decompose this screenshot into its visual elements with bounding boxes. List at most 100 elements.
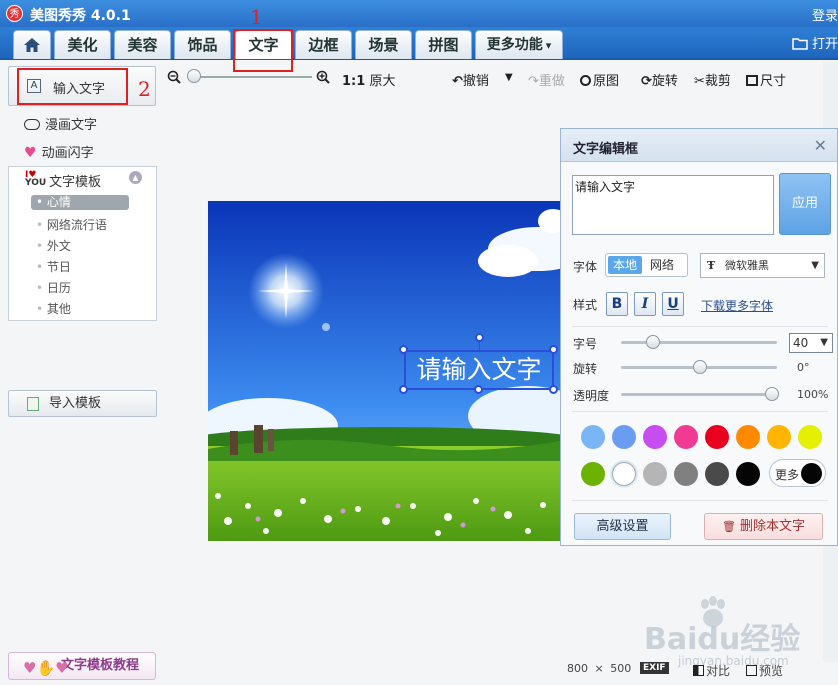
preview-label: 预览 [759,664,784,678]
more-colors-button[interactable]: 更多 [769,459,826,487]
color-swatch[interactable] [581,462,605,486]
italic-button[interactable]: I [634,292,656,316]
text-template-tutorial-button[interactable]: ♥✋♥ 文字模板教程 [8,652,156,680]
template-item-internet-slang[interactable]: • 网络流行语 [36,216,107,233]
image-width: 800 [567,662,588,675]
tab-more[interactable]: 更多功能 ▾ [475,30,563,59]
download-fonts-link[interactable]: 下载更多字体 [701,297,773,314]
canvas-text-box[interactable]: 请输入文字 [404,350,554,390]
open-file-label: 打开 [811,37,838,52]
rotation-slider-thumb[interactable] [693,360,707,374]
tab-more-label: 更多功能 [486,37,543,53]
hands-icon: ♥✋♥ [23,659,69,677]
tab-beauty[interactable]: 美容 [114,30,171,59]
font-size-slider[interactable] [621,341,777,344]
zoom-in-icon[interactable] [316,70,330,84]
annotation-box-1 [233,29,293,72]
template-item-label: 外文 [46,239,71,253]
home-icon [24,38,40,52]
resize-handle-top-right[interactable] [549,345,558,354]
compare-button[interactable]: 对比 [693,662,730,679]
login-link[interactable]: 登录 [812,5,838,24]
font-network-option[interactable]: 网络 [650,256,674,274]
delete-text-label: 删除本文字 [739,519,805,534]
exif-button[interactable]: EXIF [640,662,669,674]
color-swatch[interactable] [767,425,791,449]
color-swatch[interactable] [674,462,698,486]
original-size-button[interactable]: 1:1 原大 [342,70,395,89]
preview-button[interactable]: 预览 [746,662,783,679]
original-image-button[interactable]: 原图 [580,70,619,89]
text-editor-panel: 文字编辑框 ✕ 请输入文字 应用 字体 本地 网络 Ŧ 微软雅黑 ▼ 样式 B … [560,128,838,546]
resize-handle-top-left[interactable] [399,345,408,354]
color-swatch[interactable] [643,425,667,449]
style-label: 样式 [573,298,598,312]
undo-dropdown[interactable]: ▼ [505,72,513,83]
font-size-value: 40 [793,336,809,350]
font-local-option[interactable]: 本地 [608,256,642,274]
tab-frame[interactable]: 边框 [295,30,352,59]
color-swatch[interactable] [674,425,698,449]
undo-label: 撤销 [462,74,489,89]
circle-icon [580,75,591,86]
tab-home[interactable] [13,30,51,59]
color-swatch[interactable] [643,462,667,486]
opacity-slider-thumb[interactable] [765,387,779,401]
bold-button[interactable]: B [606,292,628,316]
more-colors-label: 更多 [775,468,800,482]
font-size-select[interactable]: 40 ▼ [789,333,833,353]
color-swatch[interactable] [705,462,729,486]
rotate-handle[interactable] [475,333,484,342]
crop-button[interactable]: ✂裁剪 [694,70,731,89]
underline-button[interactable]: U [662,292,684,316]
zoom-slider-track[interactable] [190,76,312,78]
resize-handle-bottom[interactable] [474,385,483,394]
tab-collage[interactable]: 拼图 [415,30,472,59]
delete-text-button[interactable]: 🗑 删除本文字 [704,513,823,540]
open-file-button[interactable]: 打开 [792,33,838,52]
tab-beautify[interactable]: 美化 [54,30,111,59]
zoom-out-icon[interactable] [167,70,181,84]
font-size-label: 字号 [573,337,598,351]
color-swatch[interactable] [612,425,636,449]
app-logo: 秀 [6,5,23,22]
color-swatch[interactable] [612,462,636,486]
comic-text-item[interactable]: 漫画文字 [24,114,97,133]
divider [572,411,828,412]
color-swatch[interactable] [705,425,729,449]
close-icon[interactable]: ✕ [814,136,827,155]
zoom-slider-thumb[interactable] [187,69,201,83]
color-swatch[interactable] [736,425,760,449]
template-item-label: 日历 [46,281,71,295]
font-label: 字体 [573,260,598,274]
template-item-other[interactable]: • 其他 [36,300,71,317]
color-swatch[interactable] [736,462,760,486]
font-size-slider-thumb[interactable] [646,335,660,349]
color-swatch[interactable] [581,425,605,449]
collapse-icon[interactable]: ▲ [129,171,142,184]
undo-button[interactable]: ↶撤销 [452,70,489,89]
opacity-slider[interactable] [621,393,777,396]
template-item-calendar[interactable]: • 日历 [36,279,71,296]
template-item-mood[interactable]: • 心情 [31,195,129,210]
rotate-button[interactable]: ⟳旋转 [641,70,678,89]
redo-button[interactable]: ↷重做 [528,70,565,89]
animated-text-item[interactable]: ♥ 动画闪字 [24,142,94,161]
template-item-holiday[interactable]: • 节日 [36,258,71,275]
text-input-area[interactable]: 请输入文字 [572,175,774,235]
template-item-label: 其他 [46,302,71,316]
advanced-settings-button[interactable]: 高级设置 [574,513,671,540]
template-item-foreign[interactable]: • 外文 [36,237,71,254]
opacity-label: 透明度 [573,389,610,403]
tab-accessories[interactable]: 饰品 [174,30,231,59]
resize-handle-bottom-left[interactable] [399,385,408,394]
annotation-number-1: 1 [250,5,263,29]
tab-scene[interactable]: 场景 [355,30,412,59]
resize-button[interactable]: 尺寸 [746,70,786,89]
font-family-select[interactable]: Ŧ 微软雅黑 ▼ [700,253,825,278]
redo-icon: ↷ [528,74,539,89]
resize-handle-bottom-right[interactable] [549,385,558,394]
apply-button[interactable]: 应用 [779,173,831,235]
color-swatch[interactable] [798,425,822,449]
import-template-button[interactable]: 导入模板 [8,390,157,417]
